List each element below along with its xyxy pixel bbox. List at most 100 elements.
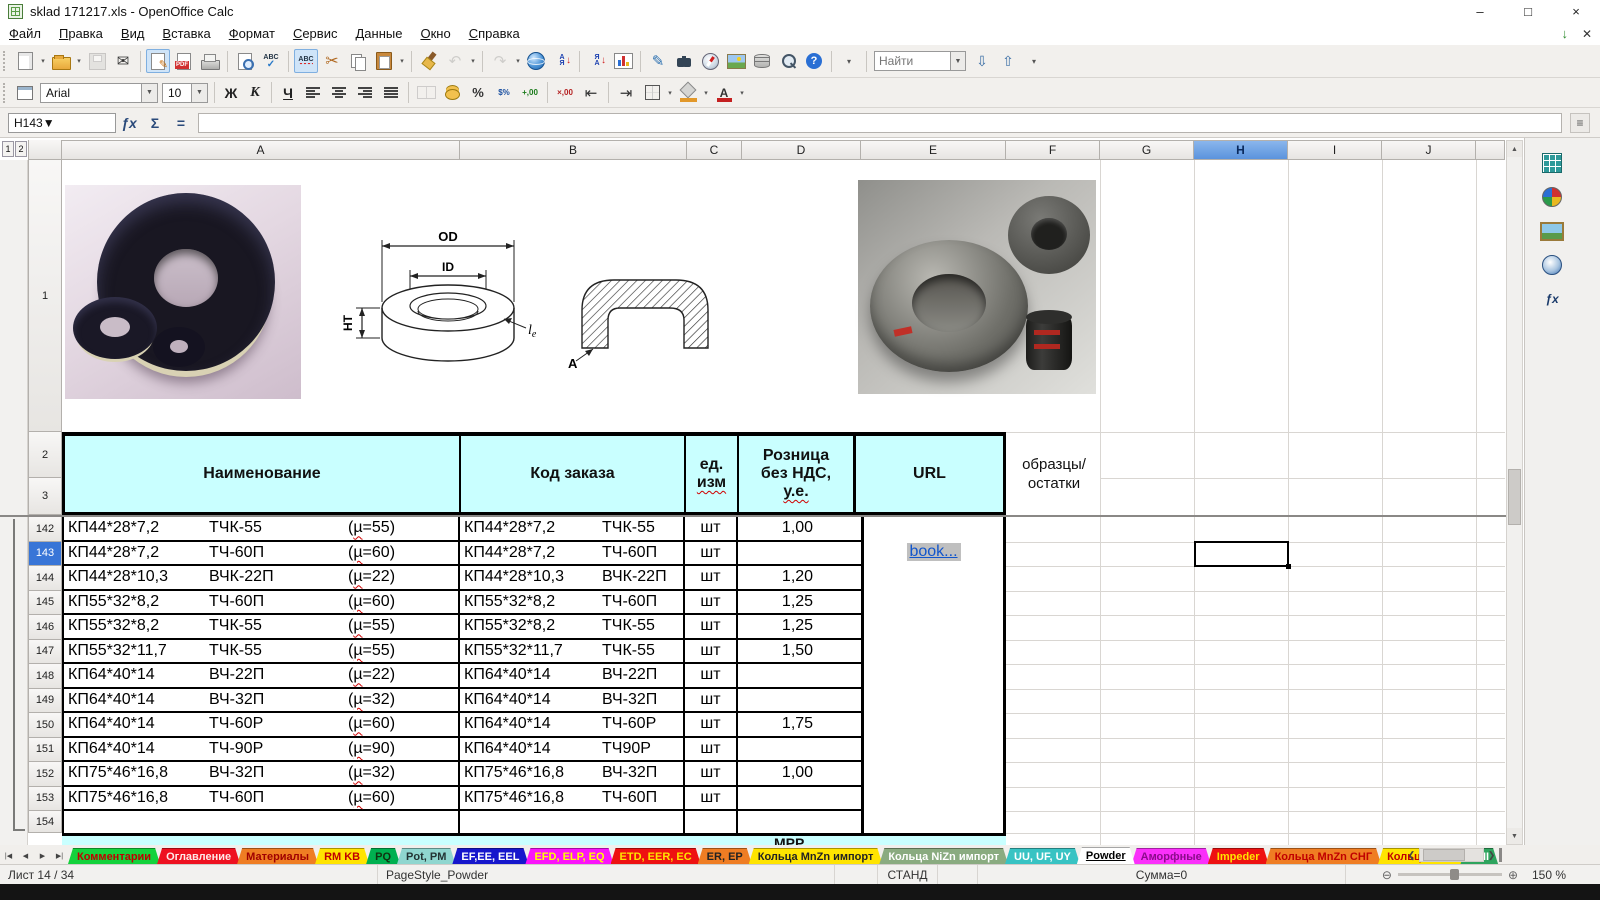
sidebar-navigator-icon[interactable] [1539, 252, 1565, 278]
unit-cell[interactable]: шт [685, 542, 738, 565]
open-button[interactable] [49, 49, 73, 73]
sheet-tab-Impeder[interactable]: Impeder [1208, 848, 1269, 864]
column-header-J[interactable]: J [1382, 140, 1476, 160]
font-color-button[interactable]: А [712, 81, 736, 105]
borders-button[interactable] [640, 81, 664, 105]
row-header-147[interactable]: 147 [28, 640, 62, 665]
zoom-slider-thumb[interactable] [1450, 869, 1459, 880]
toolbar-grip[interactable] [3, 51, 7, 71]
vertical-scroll-thumb[interactable] [1508, 469, 1521, 525]
cut-button[interactable]: ✂ [320, 49, 344, 73]
row-header-146[interactable]: 146 [28, 615, 62, 640]
table-row[interactable]: КП75*46*16,8ТЧ-60П(µ=60)КП75*46*16,8ТЧ-6… [62, 787, 861, 812]
scroll-down-icon[interactable]: ▼ [1507, 828, 1522, 844]
show-draw-functions-button[interactable]: ✎ [646, 49, 670, 73]
outline-level-1-button[interactable]: 1 [2, 141, 14, 157]
export-pdf-button[interactable] [172, 49, 196, 73]
name-cell[interactable] [64, 811, 460, 833]
font-name-combo[interactable]: Arial▼ [40, 83, 158, 103]
close-button[interactable]: × [1552, 0, 1600, 22]
header-price[interactable]: Розницабез НДС,у.е. [739, 436, 856, 512]
font-color-dropdown-icon[interactable] [737, 81, 747, 105]
zoom-percent[interactable]: 150 % [1522, 868, 1566, 882]
navigator-button[interactable] [698, 49, 722, 73]
price-cell[interactable] [738, 689, 857, 712]
search-input[interactable] [875, 52, 949, 70]
price-cell[interactable] [738, 787, 857, 810]
sort-descending-button[interactable]: ЯА↓ [585, 49, 609, 73]
add-decimal-button[interactable]: +,00 [518, 81, 542, 105]
menu-item-4[interactable]: Формат [220, 24, 284, 43]
table-row[interactable]: КП55*32*8,2ТЧК-55(µ=55)КП55*32*8,2ТЧК-55… [62, 615, 861, 640]
price-cell[interactable]: 1,00 [738, 762, 857, 785]
decrease-indent-button[interactable]: ⇤ [579, 81, 603, 105]
sheet-tab-EF,EE, EEL[interactable]: EF,EE, EEL [452, 848, 528, 864]
sheet-tab-Аморфные[interactable]: Аморфные [1132, 848, 1211, 864]
url-column-cell[interactable]: book... [861, 517, 1006, 833]
font-name-combo-dropdown-icon[interactable]: ▼ [141, 84, 157, 102]
align-justify-button[interactable] [379, 81, 403, 105]
unit-cell[interactable]: шт [685, 615, 738, 638]
download-update-icon[interactable]: ↓ [1561, 26, 1568, 41]
price-cell[interactable]: 1,25 [738, 591, 857, 614]
header-order-code[interactable]: Код заказа [461, 436, 686, 512]
new-document-dropdown-icon[interactable] [38, 49, 48, 73]
unit-cell[interactable]: шт [685, 517, 738, 540]
name-box-dropdown-icon[interactable]: ▼ [43, 116, 55, 130]
table-row[interactable]: КП75*46*16,8ВЧ-32П(µ=32)КП75*46*16,8ВЧ-3… [62, 762, 861, 787]
sidebar-properties-icon[interactable] [1539, 150, 1565, 176]
edit-file-button[interactable] [146, 49, 170, 73]
book-hyperlink[interactable]: book... [906, 543, 960, 561]
code-cell[interactable]: КП64*40*14ТЧ90Р [460, 738, 685, 761]
menu-item-6[interactable]: Данные [346, 24, 411, 43]
name-cell[interactable]: КП64*40*14ВЧ-22П(µ=22) [64, 664, 460, 687]
background-color-button[interactable] [676, 81, 700, 105]
header-unit[interactable]: ед.изм [686, 436, 739, 512]
sidebar-gallery-icon[interactable] [1539, 218, 1565, 244]
zoom-slider[interactable] [1398, 873, 1502, 876]
name-cell[interactable]: КП64*40*14ВЧ-32П(µ=32) [64, 689, 460, 712]
align-left-button[interactable] [301, 81, 325, 105]
column-header-D[interactable]: D [742, 140, 861, 160]
sum-field[interactable]: Сумма=0 [978, 865, 1346, 884]
print-button[interactable] [198, 49, 222, 73]
horizontal-scrollbar[interactable]: ❮ ❯ [1404, 847, 1505, 863]
toolbar-grip[interactable] [3, 83, 7, 103]
sheet-tab-Кольца MnZn СНГ[interactable]: Кольца MnZn СНГ [1266, 848, 1381, 864]
number-format-standard-button[interactable]: $% [492, 81, 516, 105]
sheet-tab-Powder[interactable]: Powder [1077, 847, 1135, 864]
align-right-button[interactable] [353, 81, 377, 105]
paste-dropdown-icon[interactable] [397, 49, 407, 73]
formula-input[interactable] [198, 113, 1562, 133]
table-row[interactable]: КП64*40*14ТЧ-90Р(µ=90)КП64*40*14ТЧ90Ршт [62, 738, 861, 763]
sidebar-styles-icon[interactable] [1539, 184, 1565, 210]
percent-button[interactable]: % [466, 81, 490, 105]
underline-button[interactable]: Ч [277, 82, 299, 104]
header-samples[interactable]: образцы/остатки [1006, 434, 1102, 513]
unit-cell[interactable]: шт [685, 738, 738, 761]
name-cell[interactable]: КП75*46*16,8ТЧ-60П(µ=60) [64, 787, 460, 810]
menu-item-3[interactable]: Вставка [153, 24, 219, 43]
sheet-tab-Кольца MnZn импорт[interactable]: Кольца MnZn импорт [749, 848, 883, 864]
row-header-3[interactable]: 3 [28, 478, 62, 515]
align-center-button[interactable] [327, 81, 351, 105]
name-cell[interactable]: КП44*28*7,2ТЧК-55(µ=55) [64, 517, 460, 540]
name-cell[interactable]: КП64*40*14ТЧ-60Р(µ=60) [64, 713, 460, 736]
sheet-tab-Pot, PM[interactable]: Pot, PM [397, 848, 455, 864]
name-cell[interactable]: КП75*46*16,8ВЧ-32П(µ=32) [64, 762, 460, 785]
name-cell[interactable]: КП55*32*11,7ТЧК-55(µ=55) [64, 640, 460, 663]
new-document-button[interactable] [13, 49, 37, 73]
function-wizard-button[interactable]: ƒx [116, 112, 142, 134]
scroll-up-icon[interactable]: ▲ [1507, 141, 1522, 157]
code-cell[interactable] [460, 811, 685, 833]
sheet-tab-PQ[interactable]: PQ [366, 848, 400, 864]
table-row[interactable] [62, 811, 861, 833]
open-dropdown-icon[interactable] [74, 49, 84, 73]
table-row[interactable]: КП44*28*7,2ТЧК-55(µ=55)КП44*28*7,2ТЧК-55… [62, 517, 861, 542]
column-header-I[interactable]: I [1288, 140, 1382, 160]
sheet-tab-Кольца NiZn импорт[interactable]: Кольца NiZn импорт [879, 848, 1008, 864]
sheet-position-field[interactable]: Лист 14 / 34 [0, 865, 378, 884]
table-row[interactable]: КП44*28*7,2ТЧ-60П(µ=60)КП44*28*7,2ТЧ-60П… [62, 542, 861, 567]
row-header-1[interactable]: 1 [28, 160, 62, 432]
menu-item-7[interactable]: Окно [411, 24, 459, 43]
